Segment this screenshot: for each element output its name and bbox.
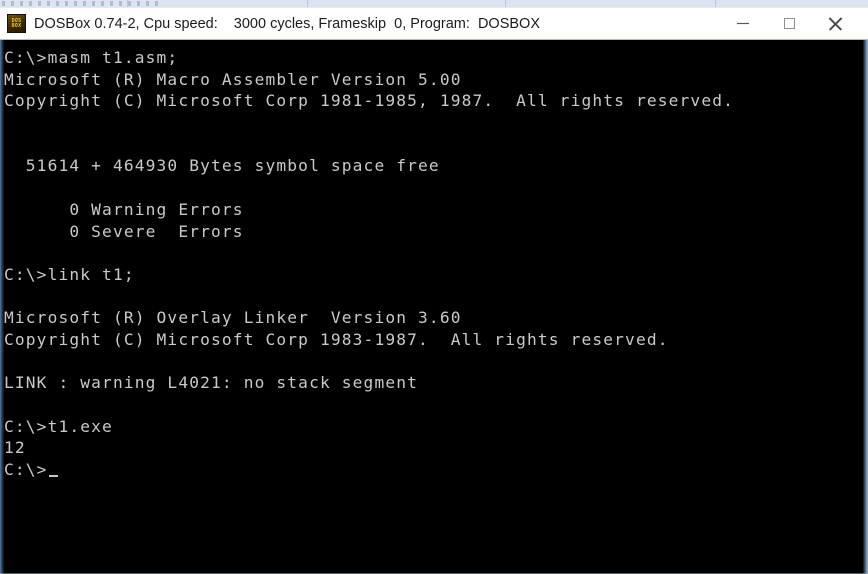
- maximize-button[interactable]: [766, 8, 812, 40]
- console-line: 0 Severe Errors: [4, 221, 244, 241]
- console-line: Microsoft (R) Overlay Linker Version 3.6…: [4, 308, 462, 328]
- console-line: 0 Warning Errors: [4, 199, 244, 219]
- dosbox-window: DOS BOX DOSBox 0.74-2, Cpu speed: 3000 c…: [0, 0, 868, 574]
- console-line: C:\>masm t1.asm;: [4, 48, 179, 67]
- window-titlebar[interactable]: DOS BOX DOSBox 0.74-2, Cpu speed: 3000 c…: [0, 7, 868, 39]
- console-line: C:\>t1.exe: [4, 416, 113, 436]
- minimize-icon: [737, 22, 749, 25]
- dosbox-icon: DOS BOX: [7, 14, 26, 33]
- console-line: 51614 + 464930 Bytes symbol space free: [4, 156, 440, 176]
- maximize-icon: [783, 18, 795, 29]
- window-controls: [720, 8, 868, 40]
- window-border-right: [863, 40, 868, 574]
- console-line: Microsoft (R) Macro Assembler Version 5.…: [4, 69, 462, 89]
- close-button[interactable]: [812, 8, 858, 40]
- close-icon: [828, 17, 842, 31]
- console-line: 12: [4, 438, 26, 458]
- dosbox-icon-line2: BOX: [11, 22, 22, 29]
- text-cursor: [48, 474, 58, 478]
- window-border-left: [0, 40, 4, 574]
- minimize-button[interactable]: [720, 8, 766, 40]
- console-line: Copyright (C) Microsoft Corp 1981-1985, …: [4, 91, 735, 111]
- window-title-right: 3000 cycles, Frameskip 0, Program: DOSBO…: [233, 15, 540, 32]
- background-window-remnant: [0, 0, 868, 7]
- window-title-left: DOSBox 0.74-2, Cpu speed:: [34, 15, 218, 32]
- dos-console-surface[interactable]: C:\>masm t1.asm; Microsoft (R) Macro Asse…: [0, 40, 868, 574]
- console-line: Copyright (C) Microsoft Corp 1983-1987. …: [4, 329, 669, 349]
- console-line: C:\>: [4, 459, 860, 481]
- console-line: C:\>link t1;: [4, 264, 135, 284]
- console-line: LINK : warning L4021: no stack segment: [4, 373, 419, 393]
- dos-console-text: C:\>masm t1.asm; Microsoft (R) Macro Asse…: [4, 47, 860, 481]
